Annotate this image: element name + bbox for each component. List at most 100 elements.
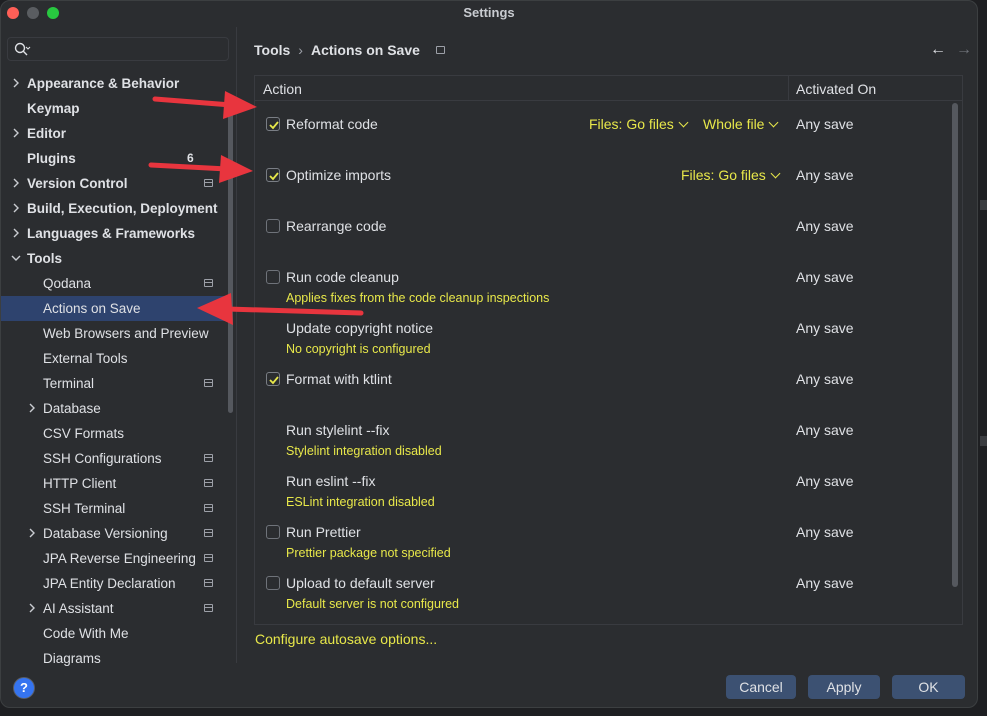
sidebar-item[interactable]: Build, Execution, Deployment <box>1 196 229 221</box>
sidebar-item-label: Web Browsers and Preview <box>43 326 209 341</box>
sidebar-item[interactable]: Code With Me <box>1 621 229 646</box>
checkbox-checked[interactable] <box>266 372 280 386</box>
sidebar-item-label: HTTP Client <box>43 476 117 491</box>
breadcrumb-parent[interactable]: Tools <box>254 42 290 58</box>
action-status-note: ESLint integration disabled <box>286 495 435 509</box>
chevron-right-icon[interactable] <box>27 528 37 538</box>
chevron-right-icon[interactable] <box>11 178 21 188</box>
sidebar-item-label: Plugins <box>27 151 76 166</box>
sidebar-item[interactable]: SSH Terminal <box>1 496 229 521</box>
action-name: Format with ktlint <box>286 371 392 387</box>
sidebar-item[interactable]: Database Versioning <box>1 521 229 546</box>
actions-table: Action Activated On Reformat code Files: … <box>254 75 963 625</box>
activated-on-value[interactable]: Any save <box>796 473 854 489</box>
project-scope-icon <box>204 379 213 387</box>
table-row: Reformat code Files: Go files Whole file An… <box>255 108 955 159</box>
scope-dropdown-label: Files: Go files <box>681 167 766 183</box>
checkbox-unchecked[interactable] <box>266 219 280 233</box>
chevron-down-icon <box>678 117 689 128</box>
activated-on-value[interactable]: Any save <box>796 167 854 183</box>
chevron-right-icon[interactable] <box>11 203 21 213</box>
sidebar-item[interactable]: HTTP Client <box>1 471 229 496</box>
sidebar-item[interactable]: Diagrams <box>1 646 229 671</box>
sidebar-item[interactable]: Editor <box>1 121 229 146</box>
configure-autosave-link[interactable]: Configure autosave options... <box>255 631 437 647</box>
annotation-arrow-actions-on-save <box>197 293 364 325</box>
sidebar-item-label: AI Assistant <box>43 601 114 616</box>
activated-on-value[interactable]: Any save <box>796 218 854 234</box>
ok-button[interactable]: OK <box>892 675 965 699</box>
action-status-note: Prettier package not specified <box>286 546 451 560</box>
project-scope-icon <box>204 454 213 462</box>
project-scope-icon <box>435 46 445 55</box>
background-window-edge <box>978 0 987 716</box>
checkbox-checked[interactable] <box>266 168 280 182</box>
chevron-right-icon[interactable] <box>11 78 21 88</box>
sidebar-item-label: Tools <box>27 251 62 266</box>
checkbox-unchecked[interactable] <box>266 270 280 284</box>
sidebar-item-label: Keymap <box>27 101 80 116</box>
sidebar-item[interactable]: AI Assistant <box>1 596 229 621</box>
sidebar-item-label: Languages & Frameworks <box>27 226 196 241</box>
activated-on-value[interactable]: Any save <box>796 422 854 438</box>
action-name: Run eslint --fix <box>286 473 376 489</box>
project-scope-icon <box>204 504 213 512</box>
sidebar-item[interactable]: CSV Formats <box>1 421 229 446</box>
activated-on-value[interactable]: Any save <box>796 371 854 387</box>
back-arrow-icon[interactable]: ← <box>930 41 946 59</box>
sidebar-item[interactable]: JPA Entity Declaration <box>1 571 229 596</box>
close-window-button[interactable] <box>7 7 19 19</box>
sidebar-item-label: JPA Entity Declaration <box>43 576 176 591</box>
sidebar-item[interactable]: Terminal <box>1 371 229 396</box>
chevron-right-icon[interactable] <box>11 128 21 138</box>
sidebar-item-label: Code With Me <box>43 626 129 641</box>
sidebar-item[interactable]: Database <box>1 396 229 421</box>
project-scope-icon <box>204 479 213 487</box>
sidebar-item-label: Diagrams <box>43 651 101 666</box>
scope-dropdown[interactable]: Whole file <box>703 116 779 132</box>
chevron-down-icon[interactable] <box>11 253 21 263</box>
checkbox-unchecked[interactable] <box>266 576 280 590</box>
project-scope-icon <box>204 554 213 562</box>
sidebar-item[interactable]: SSH Configurations <box>1 446 229 471</box>
action-name: Optimize imports <box>286 167 392 183</box>
minimize-window-button[interactable] <box>27 7 39 19</box>
chevron-right-icon[interactable] <box>27 603 37 613</box>
sidebar-item-label: Terminal <box>43 376 95 391</box>
cancel-button[interactable]: Cancel <box>726 675 796 699</box>
activated-on-value[interactable]: Any save <box>796 320 854 336</box>
sidebar-item[interactable]: Tools <box>1 246 229 271</box>
column-header-action: Action <box>263 81 302 97</box>
scope-dropdown[interactable]: Files: Go files <box>589 116 689 132</box>
checkbox-checked[interactable] <box>266 117 280 131</box>
sidebar-item[interactable]: JPA Reverse Engineering <box>1 546 229 571</box>
sidebar-item-label: Actions on Save <box>43 301 141 316</box>
apply-button[interactable]: Apply <box>808 675 880 699</box>
settings-search-input[interactable] <box>7 37 229 61</box>
sidebar-item-label: Qodana <box>43 276 92 291</box>
activated-on-value[interactable]: Any save <box>796 269 854 285</box>
help-button[interactable]: ? <box>13 677 35 699</box>
checkbox-unchecked[interactable] <box>266 525 280 539</box>
scope-dropdown[interactable]: Files: Go files <box>681 167 781 183</box>
forward-arrow-icon[interactable]: → <box>956 41 972 59</box>
chevron-right-icon[interactable] <box>11 228 21 238</box>
action-status-note: No copyright is configured <box>286 342 431 356</box>
activated-on-value[interactable]: Any save <box>796 116 854 132</box>
breadcrumb-separator: › <box>298 42 303 59</box>
activated-on-value[interactable]: Any save <box>796 524 854 540</box>
search-icon <box>14 42 31 56</box>
edge-mark <box>980 436 987 446</box>
sidebar-item-label: External Tools <box>43 351 128 366</box>
table-row: Rearrange code Any save <box>255 210 955 261</box>
sidebar-item[interactable]: External Tools <box>1 346 229 371</box>
sidebar-item-label: Version Control <box>27 176 128 191</box>
checkmark-icon <box>269 376 279 385</box>
sidebar-scrollbar[interactable] <box>228 101 233 413</box>
zoom-window-button[interactable] <box>47 7 59 19</box>
table-scrollbar[interactable] <box>952 103 958 587</box>
activated-on-value[interactable]: Any save <box>796 575 854 591</box>
sidebar-item[interactable]: Languages & Frameworks <box>1 221 229 246</box>
window-title: Settings <box>463 5 515 20</box>
chevron-right-icon[interactable] <box>27 403 37 413</box>
